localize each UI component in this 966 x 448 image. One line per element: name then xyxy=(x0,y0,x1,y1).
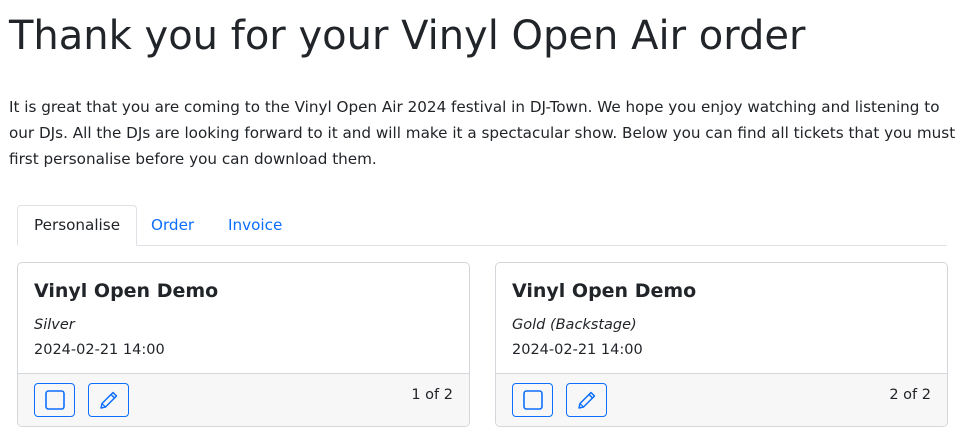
ticket-card-footer: 1 of 2 xyxy=(18,373,469,426)
ticket-counter: 1 of 2 xyxy=(411,387,453,403)
select-ticket-button[interactable] xyxy=(512,383,553,417)
ticket-datetime: 2024-02-21 14:00 xyxy=(34,342,165,358)
pencil-icon xyxy=(99,391,117,409)
ticket-card: Vinyl Open Demo Silver 2024-02-21 14:00 … xyxy=(17,262,470,427)
tab-personalise[interactable]: Personalise xyxy=(17,205,138,246)
edit-ticket-button[interactable] xyxy=(88,383,129,417)
ticket-counter: 2 of 2 xyxy=(889,387,931,403)
ticket-tabs: Personalise Order Invoice xyxy=(17,205,947,246)
intro-text: It is great that you are coming to the V… xyxy=(9,98,956,168)
select-ticket-button[interactable] xyxy=(34,383,75,417)
ticket-type: Silver xyxy=(34,317,75,333)
ticket-card: Vinyl Open Demo Gold (Backstage) 2024-02… xyxy=(495,262,948,427)
checkbox-icon xyxy=(44,390,65,410)
ticket-card-footer: 2 of 2 xyxy=(496,373,947,426)
page-title: Thank you for your Vinyl Open Air order xyxy=(9,13,806,59)
pencil-icon xyxy=(577,391,595,409)
ticket-datetime: 2024-02-21 14:00 xyxy=(512,342,643,358)
ticket-event-name: Vinyl Open Demo xyxy=(34,280,219,302)
tab-order[interactable]: Order xyxy=(135,205,210,245)
checkbox-icon xyxy=(522,390,543,410)
ticket-type: Gold (Backstage) xyxy=(512,317,637,333)
ticket-event-name: Vinyl Open Demo xyxy=(512,280,697,302)
tab-invoice[interactable]: Invoice xyxy=(212,205,298,245)
edit-ticket-button[interactable] xyxy=(566,383,607,417)
